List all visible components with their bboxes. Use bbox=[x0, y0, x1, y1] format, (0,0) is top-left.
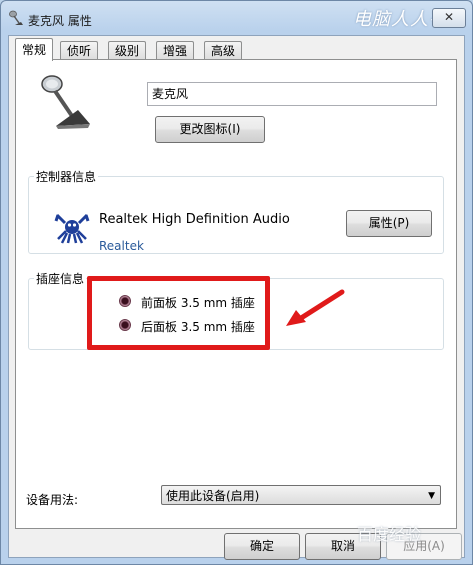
general-panel: 麦克风 更改图标(I) 控制器信息 Realtek High Definitio… bbox=[15, 59, 457, 529]
tab-label: 侦听 bbox=[67, 44, 92, 58]
controller-name: Realtek High Definition Audio bbox=[99, 212, 290, 227]
device-name-input[interactable]: 麦克风 bbox=[147, 82, 437, 106]
ok-label: 确定 bbox=[249, 539, 274, 553]
annotation-arrow-icon bbox=[286, 289, 345, 326]
change-icon-label: 更改图标(I) bbox=[179, 122, 241, 136]
controller-group-label: 控制器信息 bbox=[34, 168, 99, 185]
dropdown-arrow-icon: ▼ bbox=[428, 491, 435, 501]
tab-enhancements[interactable]: 增强 bbox=[156, 41, 195, 60]
tab-label: 增强 bbox=[163, 44, 188, 58]
jack-group-label: 插座信息 bbox=[34, 270, 87, 287]
title-bar[interactable]: 麦克风 属性 电脑人人有 ✕ bbox=[1, 1, 472, 35]
device-usage-select[interactable]: 使用此设备(启用) ▼ bbox=[161, 485, 441, 505]
tab-label: 级别 bbox=[115, 44, 140, 58]
dialog-client: 常规 侦听 级别 增强 高级 麦克风 更改图标(I) 控制器信息 Realtek… bbox=[8, 35, 465, 560]
properties-label: 属性(P) bbox=[368, 216, 410, 230]
tab-general[interactable]: 常规 bbox=[15, 38, 54, 61]
close-button[interactable]: ✕ bbox=[432, 8, 466, 28]
tab-advanced[interactable]: 高级 bbox=[204, 41, 243, 60]
controller-vendor: Realtek bbox=[99, 239, 144, 253]
realtek-crab-icon bbox=[54, 213, 90, 244]
tab-label: 常规 bbox=[22, 43, 47, 57]
tab-listen[interactable]: 侦听 bbox=[60, 41, 99, 60]
change-icon-button[interactable]: 更改图标(I) bbox=[155, 116, 265, 143]
cancel-label: 取消 bbox=[330, 539, 355, 553]
properties-dialog: 麦克风 属性 电脑人人有 ✕ 常规 侦听 级别 增强 高级 麦克风 更改图标(I… bbox=[0, 0, 473, 565]
device-usage-value: 使用此设备(启用) bbox=[166, 489, 260, 503]
controller-properties-button[interactable]: 属性(P) bbox=[346, 210, 432, 237]
controller-info-group: 控制器信息 Realtek High Definition Audio Real… bbox=[28, 168, 444, 254]
annotation-highlight-box bbox=[87, 276, 270, 350]
tab-levels[interactable]: 级别 bbox=[108, 41, 147, 60]
window-title: 麦克风 属性 bbox=[28, 14, 92, 28]
microphone-icon bbox=[9, 10, 23, 25]
watermark-bottom: 百度经验 bbox=[357, 525, 422, 544]
tab-label: 高级 bbox=[211, 44, 236, 58]
device-usage-label: 设备用法: bbox=[26, 493, 79, 507]
microphone-device-icon bbox=[41, 75, 90, 129]
ok-button[interactable]: 确定 bbox=[224, 533, 300, 560]
close-icon: ✕ bbox=[443, 10, 455, 24]
